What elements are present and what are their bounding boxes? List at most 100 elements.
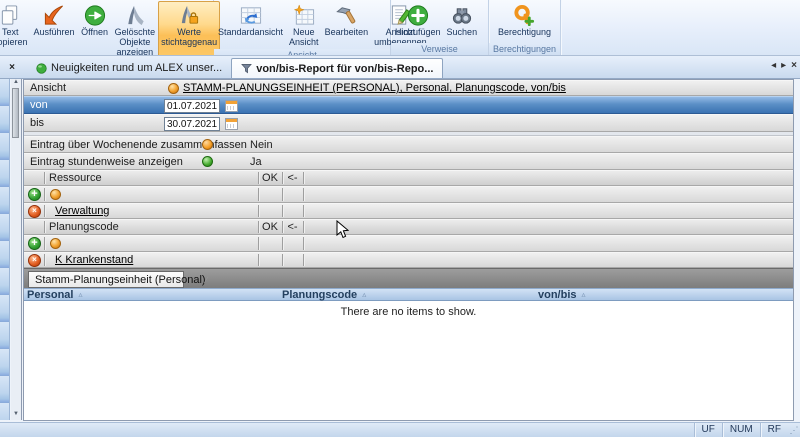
add-reference-label: Hinzufügen [395, 28, 441, 38]
form-row-von[interactable]: von [24, 96, 793, 114]
standard-view-button[interactable]: Standardansicht [215, 1, 286, 49]
new-view-button[interactable]: Neue Ansicht [286, 1, 322, 49]
add-planungscode-button[interactable]: + [28, 236, 41, 251]
panel-close-button[interactable]: × [3, 59, 21, 76]
plus-icon: + [31, 189, 37, 200]
ribbon-group-label-verweise: Verweise [391, 43, 488, 55]
vertical-scrollbar[interactable]: ▲ ▼ [11, 79, 22, 420]
sort-asc-icon: ▵ [78, 290, 82, 299]
sort-asc-icon: ▵ [582, 290, 586, 299]
status-uf-indicator: UF [694, 423, 722, 437]
permission-key-icon [510, 3, 538, 28]
application-window: Text kopieren Ausführen Öffnen [0, 0, 800, 437]
sheet-tab-label: Stamm-Planungseinheit (Personal) [35, 274, 206, 286]
ressource-item-row: × Verwaltung [24, 203, 793, 219]
form-row-hourly[interactable]: Eintrag stundenweise anzeigen Ja [24, 153, 793, 170]
empty-table-message: There are no items to show. [24, 306, 793, 318]
execute-button[interactable]: Ausführen [31, 1, 78, 56]
tab-report-label: von/bis-Report für von/bis-Repo... [256, 63, 433, 75]
weekend-label: Eintrag über Wochenende zusammenfassen [30, 139, 247, 151]
open-button[interactable]: Öffnen [78, 1, 112, 56]
column-header-personal[interactable]: Personal▵ [27, 288, 82, 301]
weekend-status-icon [202, 137, 213, 152]
search-button[interactable]: Suchen [444, 1, 481, 43]
ressource-arrow-column: <- [282, 171, 303, 185]
tab-report[interactable]: von/bis-Report für von/bis-Repo... [231, 58, 443, 78]
open-label: Öffnen [81, 28, 108, 38]
planungscode-ball-icon[interactable] [50, 236, 61, 251]
ansicht-label: Ansicht [30, 82, 66, 94]
form-row-weekend[interactable]: Eintrag über Wochenende zusammenfassen N… [24, 136, 793, 153]
add-reference-button[interactable]: Hinzufügen [392, 1, 444, 43]
binoculars-icon [448, 3, 476, 28]
form-row-ansicht: Ansicht STAMM-PLANUNGSEINHEIT (PERSONAL)… [24, 80, 793, 96]
sort-asc-icon: ▵ [362, 290, 366, 299]
status-bar: UF NUM RF ⋰ [0, 422, 800, 437]
sheet-tab-handle-icon: ∕ [206, 275, 208, 285]
status-num-indicator: NUM [722, 423, 760, 437]
planungscode-add-row: + [24, 235, 793, 252]
copy-text-button[interactable]: Text kopieren [0, 1, 31, 56]
ressource-ball-icon[interactable] [50, 187, 61, 202]
add-ressource-button[interactable]: + [28, 187, 41, 202]
open-arrow-icon [81, 3, 109, 28]
hourly-label: Eintrag stundenweise anzeigen [30, 156, 183, 168]
mouse-cursor [336, 220, 349, 243]
search-label: Suchen [447, 28, 478, 38]
resize-grip-icon: ⋰ [788, 423, 800, 437]
ressource-item-link[interactable]: Verwaltung [55, 204, 109, 218]
standard-view-label: Standardansicht [218, 28, 283, 38]
edit-button[interactable]: Bearbeiten [322, 1, 372, 49]
result-table-body: There are no items to show. [24, 301, 793, 420]
planungscode-ok-column: OK [258, 220, 282, 234]
values-keydate-button[interactable]: Werte stichtaggenau [158, 1, 220, 56]
scroll-up-icon[interactable]: ▲ [11, 77, 21, 88]
remove-planungscode-button[interactable]: × [28, 253, 41, 267]
planungscode-header-row: Planungscode OK <- [24, 219, 793, 235]
ribbon-group-ansicht: Standardansicht Neue Ansicht Bearbeiten [214, 0, 391, 55]
values-keydate-lock-icon [175, 3, 203, 28]
weekend-value: Nein [250, 137, 273, 152]
hammer-icon [332, 3, 360, 28]
plus-icon: + [31, 238, 37, 249]
ribbon-group-label-ansicht: Ansicht [214, 49, 390, 56]
von-date-input[interactable] [164, 99, 220, 113]
ressource-ok-column: OK [258, 171, 282, 185]
hourly-status-icon [202, 154, 213, 169]
tab-news[interactable]: Neuigkeiten rund um ALEX unser... [27, 58, 231, 78]
bis-label: bis [30, 117, 44, 129]
scroll-down-icon[interactable]: ▼ [11, 409, 21, 420]
deleted-objects-icon [121, 3, 149, 28]
ribbon-toolbar: Text kopieren Ausführen Öffnen [0, 0, 800, 56]
filter-icon [241, 63, 252, 74]
planungscode-header-label: Planungscode [49, 220, 119, 234]
form-row-bis[interactable]: bis [24, 114, 793, 132]
scrollbar-thumb[interactable] [12, 88, 19, 138]
von-calendar-icon[interactable] [225, 100, 238, 112]
permission-button[interactable]: Berechtigung [495, 1, 554, 43]
bis-date-input[interactable] [164, 117, 220, 131]
show-deleted-objects-label: Gelöschte Objekte anzeigen [115, 28, 156, 56]
globe-icon [36, 63, 47, 74]
ribbon-group-label-berechtigungen: Berechtigungen [489, 43, 560, 55]
values-keydate-label: Werte stichtaggenau [161, 28, 217, 48]
ressource-header-row: Ressource OK <- [24, 170, 793, 186]
ressource-header-label: Ressource [49, 171, 102, 185]
bis-calendar-icon[interactable] [225, 118, 238, 130]
view-definition-link[interactable]: STAMM-PLANUNGSEINHEIT (PERSONAL), Person… [183, 81, 566, 95]
tab-close-icon[interactable]: × [791, 60, 797, 72]
status-rf-indicator: RF [760, 423, 788, 437]
column-header-vonbis[interactable]: von/bis▵ [538, 288, 586, 301]
tab-scroll-left-icon[interactable]: ◂ [771, 60, 776, 72]
show-deleted-objects-button[interactable]: Gelöschte Objekte anzeigen [112, 1, 159, 56]
planungscode-item-link[interactable]: K Krankenstand [55, 253, 133, 267]
edit-label: Bearbeiten [325, 28, 369, 38]
tab-scroll-right-icon[interactable]: ▸ [781, 60, 786, 72]
collapsed-side-panel[interactable] [0, 79, 10, 420]
sheet-tab-stamm-planungseinheit[interactable]: Stamm-Planungseinheit (Personal) ∕ [28, 271, 184, 288]
column-header-planungscode[interactable]: Planungscode▵ [282, 288, 366, 301]
von-label: von [30, 99, 48, 111]
remove-ressource-button[interactable]: × [28, 204, 41, 218]
copy-icon [0, 3, 24, 28]
permission-label: Berechtigung [498, 28, 551, 38]
